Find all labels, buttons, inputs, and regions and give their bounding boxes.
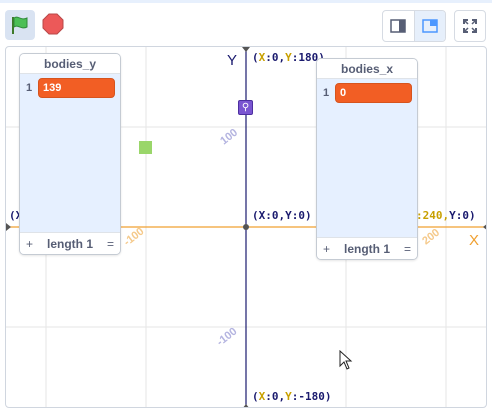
stage-toolbar <box>0 3 492 43</box>
list-resize-handle[interactable]: = <box>107 237 114 251</box>
mouse-cursor-icon <box>339 350 353 370</box>
small-stage-button[interactable] <box>383 11 414 41</box>
stage-canvas[interactable]: Y X (X:0,Y:180) (X:0,Y:0) :240,Y:0) (X (… <box>5 46 487 408</box>
fullscreen-icon <box>463 19 477 33</box>
list-title: bodies_x <box>317 59 417 79</box>
y-axis-letter: Y <box>227 52 238 69</box>
list-title: bodies_y <box>20 54 120 74</box>
stop-button[interactable] <box>40 11 66 37</box>
list-length: length 1 <box>46 236 93 251</box>
list-monitor-bodies-x[interactable]: bodies_x 1 0 + length 1 = <box>316 58 418 260</box>
coord-label-top: (X:0,Y:180) <box>252 51 325 64</box>
fullscreen-button[interactable] <box>454 10 486 42</box>
list-item[interactable]: 1 139 <box>20 78 120 98</box>
list-item-index: 1 <box>322 87 330 99</box>
coord-label-center: (X:0,Y:0) <box>252 209 312 222</box>
normal-stage-icon <box>422 19 438 33</box>
green-flag-button[interactable] <box>5 10 35 40</box>
list-resize-handle[interactable]: = <box>404 242 411 256</box>
list-monitor-bodies-y[interactable]: bodies_y 1 139 + length 1 = <box>19 53 121 255</box>
list-item-value[interactable]: 0 <box>335 83 412 103</box>
green-sprite[interactable] <box>139 141 152 154</box>
green-flag-icon <box>12 16 28 34</box>
stop-icon <box>42 13 64 35</box>
list-footer: + length 1 = <box>20 232 120 254</box>
stage-size-toggle <box>382 10 446 42</box>
purple-sprite[interactable]: ⚲ <box>238 100 253 115</box>
coord-label-bottom: (X:0,Y:-180) <box>252 390 332 403</box>
list-footer: + length 1 = <box>317 237 417 259</box>
normal-stage-button[interactable] <box>413 11 445 41</box>
list-length: length 1 <box>343 241 390 256</box>
list-item-value[interactable]: 139 <box>38 78 115 98</box>
list-add-button[interactable]: + <box>26 237 33 251</box>
list-item[interactable]: 1 0 <box>317 83 417 103</box>
small-stage-icon <box>390 19 407 33</box>
list-add-button[interactable]: + <box>323 242 330 256</box>
coord-label-right: :240,Y:0) <box>416 209 476 222</box>
x-axis-letter: X <box>469 232 480 249</box>
list-item-index: 1 <box>25 82 33 94</box>
